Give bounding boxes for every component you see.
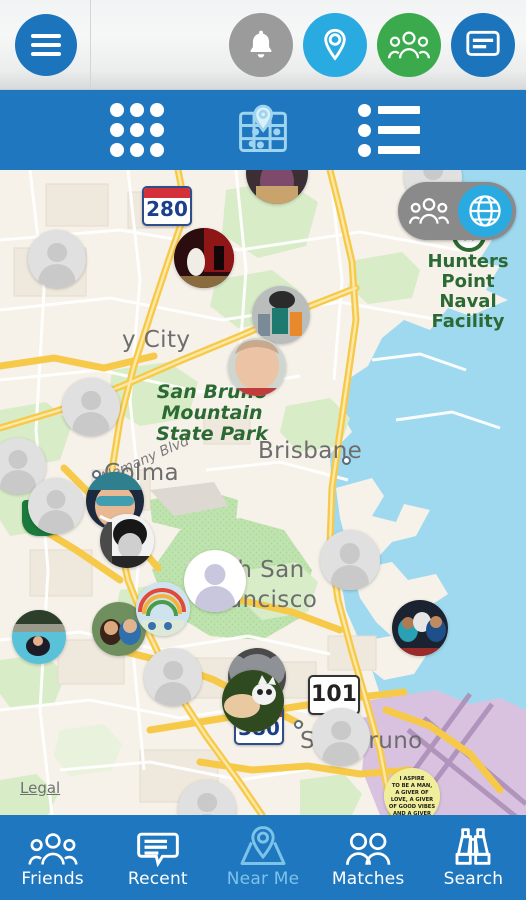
- messages-button[interactable]: [451, 13, 515, 77]
- map-toggle-people[interactable]: [402, 185, 456, 237]
- map-avatar-marker[interactable]: [12, 610, 66, 664]
- map-avatar-marker[interactable]: [174, 228, 234, 288]
- svg-text:OF GOOD VIBES: OF GOOD VIBES: [389, 804, 435, 810]
- group-icon: [388, 31, 430, 59]
- map-avatar-marker[interactable]: [184, 550, 246, 612]
- svg-text:LOVE, A GIVER: LOVE, A GIVER: [391, 797, 433, 803]
- svg-text:I ASPIRE: I ASPIRE: [400, 776, 425, 782]
- shield-i280: 280: [142, 186, 192, 226]
- bottom-nav-near-me[interactable]: Near Me: [210, 815, 315, 900]
- map-legal-link[interactable]: Legal: [20, 779, 60, 797]
- view-mode-list[interactable]: [352, 101, 426, 159]
- group-icon: [409, 198, 449, 224]
- map-avatar-marker[interactable]: [252, 286, 310, 344]
- map-pin-icon: [236, 825, 290, 867]
- hamburger-menu-button[interactable]: [15, 14, 77, 76]
- location-button[interactable]: [303, 13, 367, 77]
- map-avatar-marker[interactable]: [28, 230, 86, 288]
- shield-i280-number: 280: [146, 197, 188, 221]
- location-pin-icon: [324, 28, 346, 61]
- bottom-nav-label: Friends: [21, 868, 84, 889]
- bottom-nav-matches[interactable]: Matches: [316, 815, 421, 900]
- map-avatar-marker[interactable]: [228, 338, 286, 396]
- bottom-nav-label: Near Me: [226, 868, 300, 889]
- bottom-nav-label: Matches: [331, 868, 405, 889]
- map-layer-toggle[interactable]: [398, 182, 516, 240]
- view-mode-grid[interactable]: [100, 101, 174, 159]
- top-bar-divider: [90, 0, 91, 90]
- bottom-nav-recent[interactable]: Recent: [105, 815, 210, 900]
- list-icon: [358, 103, 420, 157]
- bottom-nav-label: Recent: [127, 868, 188, 889]
- two-people-icon: [342, 827, 394, 867]
- map-city-dot-san-bruno: [294, 720, 303, 729]
- map-avatar-marker[interactable]: [320, 530, 380, 590]
- map-toggle-globe[interactable]: [458, 185, 512, 237]
- map-avatar-marker[interactable]: [28, 478, 84, 534]
- top-bar: [0, 0, 526, 90]
- chat-bubble-icon: [136, 827, 180, 867]
- bottom-nav-label: Search: [443, 868, 504, 889]
- binoculars-icon: [450, 827, 496, 867]
- map-avatar-marker[interactable]: [62, 378, 120, 436]
- map-avatar-marker[interactable]: [312, 708, 370, 766]
- hamburger-icon: [31, 29, 61, 61]
- view-mode-bar: [0, 90, 526, 170]
- map-avatar-marker[interactable]: [100, 514, 154, 568]
- app-root: Alemany Blvd y City San Bruno Mountain S…: [0, 0, 526, 900]
- map-avatar-marker[interactable]: [144, 648, 202, 706]
- bottom-navigation-bar: Friends Recent Near Me Matches Search: [0, 815, 526, 900]
- map-canvas[interactable]: Alemany Blvd y City San Bruno Mountain S…: [0, 170, 526, 815]
- map-avatar-marker[interactable]: [136, 582, 190, 636]
- top-bar-actions: [229, 13, 515, 77]
- map-city-dot-brisbane: [342, 456, 351, 465]
- bell-icon: [250, 30, 272, 58]
- map-avatar-marker[interactable]: [222, 670, 284, 732]
- map-pin-icon: [239, 104, 287, 153]
- svg-text:A GIVER OF: A GIVER OF: [395, 790, 429, 796]
- notifications-button[interactable]: [229, 13, 293, 77]
- map-avatar-marker[interactable]: [392, 600, 448, 656]
- friends-group-icon: [27, 827, 79, 867]
- view-mode-map[interactable]: [226, 101, 300, 159]
- bottom-nav-friends[interactable]: Friends: [0, 815, 105, 900]
- bottom-nav-search[interactable]: Search: [421, 815, 526, 900]
- map-avatar-marker-sticker[interactable]: I ASPIRE TO BE A MAN, A GIVER OF LOVE, A…: [384, 768, 440, 815]
- friends-button[interactable]: [377, 13, 441, 77]
- message-icon: [466, 30, 500, 56]
- svg-text:TO BE A MAN,: TO BE A MAN,: [392, 783, 432, 789]
- grid-icon: [110, 103, 164, 157]
- globe-icon: [469, 195, 501, 227]
